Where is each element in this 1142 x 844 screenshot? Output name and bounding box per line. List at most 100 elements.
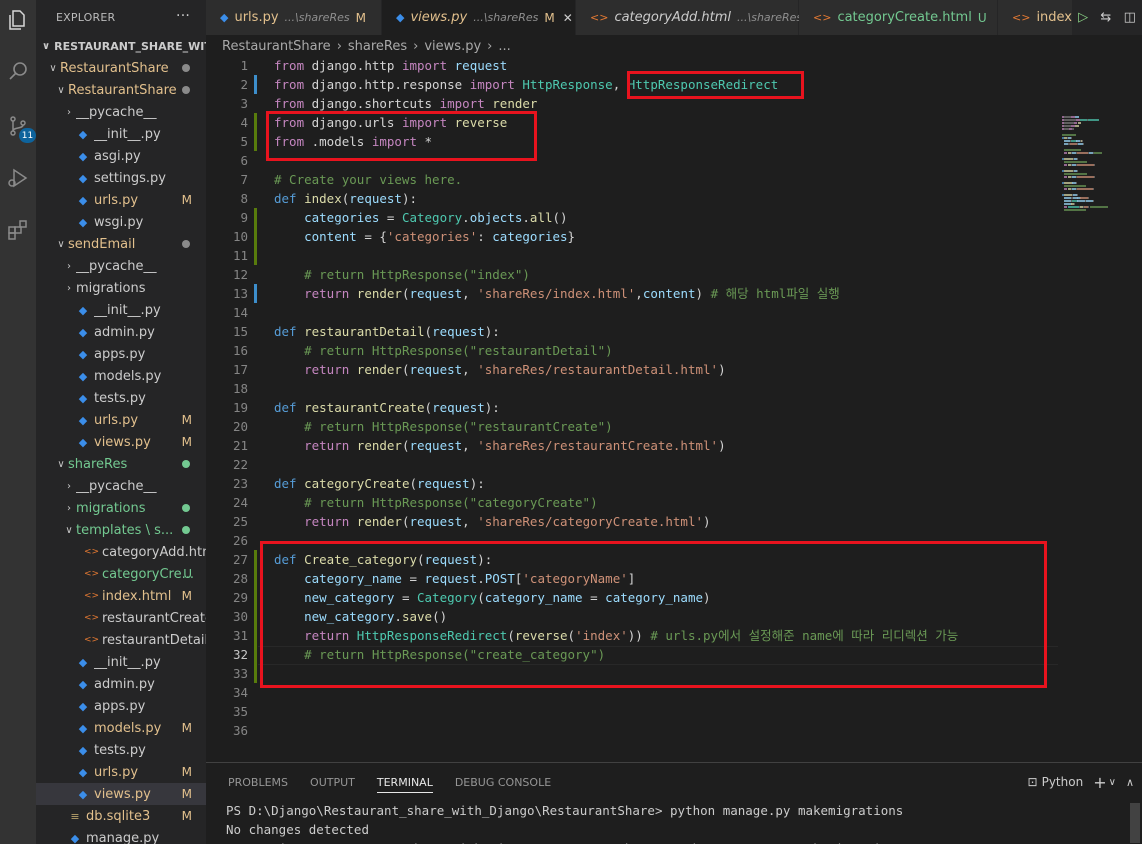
editor-tab[interactable]: <> categoryAdd.html ...\shareRes: [576, 0, 803, 35]
tree-item[interactable]: ◆ models.py: [36, 365, 206, 387]
workspace-root[interactable]: ∨ RESTAURANT_SHARE_WIT...: [36, 35, 206, 57]
tree-item[interactable]: ∨ RestaurantShare: [36, 79, 206, 101]
tree-item[interactable]: ◆ admin.py: [36, 321, 206, 343]
python-file-icon: ◆: [220, 11, 229, 24]
panel-tab-debug-console[interactable]: DEBUG CONSOLE: [455, 763, 551, 801]
breadcrumb-item[interactable]: views.py: [424, 39, 481, 54]
tree-item[interactable]: ◆ models.py M: [36, 717, 206, 739]
run-debug-icon[interactable]: [0, 160, 36, 196]
code-token: render: [356, 286, 402, 301]
minimap-stroke: [1071, 116, 1075, 118]
tree-item[interactable]: <> index.html M: [36, 585, 206, 607]
code-token: request: [417, 476, 470, 491]
breadcrumb-separator-icon: ›: [336, 38, 342, 54]
tree-item[interactable]: ◆ views.py M: [36, 783, 206, 805]
panel-tab-terminal[interactable]: TERMINAL: [376, 763, 433, 801]
breadcrumb-item[interactable]: RestaurantShare: [222, 39, 331, 54]
terminal-shell-label[interactable]: Python: [1042, 775, 1084, 789]
tree-item[interactable]: ◆ urls.py M: [36, 761, 206, 783]
new-terminal-icon[interactable]: +: [1093, 773, 1106, 792]
tree-item[interactable]: <>restaurantCreate....: [36, 607, 206, 629]
more-actions-icon[interactable]: ···: [176, 8, 190, 24]
tree-item[interactable]: ◆ tests.py: [36, 739, 206, 761]
code-token: request: [349, 191, 402, 206]
tree-item[interactable]: ◆ asgi.py: [36, 145, 206, 167]
code-editor[interactable]: 1 from django.http import request 2 from dj…: [206, 57, 1142, 762]
tree-item[interactable]: ∨ shareRes: [36, 453, 206, 475]
terminal-output[interactable]: PS D:\Django\Restaurant_share_with_Djang…: [206, 801, 1142, 844]
panel-tab-problems[interactable]: PROBLEMS: [228, 763, 288, 801]
tree-item[interactable]: › migrations: [36, 277, 206, 299]
run-icon[interactable]: ▷: [1078, 10, 1088, 25]
python-file-icon: ◆: [78, 787, 88, 801]
tree-item-label: restaurantDetail.h...: [102, 632, 206, 648]
tree-item[interactable]: ≡ db.sqlite3 M: [36, 805, 206, 827]
editor-tab[interactable]: <> categoryCreate.html U: [799, 0, 998, 35]
python-file-icon: ◆: [78, 347, 88, 361]
maximize-panel-icon[interactable]: ∧: [1126, 776, 1134, 789]
editor-tab[interactable]: ◆ urls.py ...\shareRes M: [206, 0, 382, 35]
minimap-stroke: [1074, 122, 1078, 124]
code-line: 25 return render(request, 'shareRes/cate…: [206, 512, 1056, 531]
tree-item[interactable]: ◆ urls.py M: [36, 409, 206, 431]
minimap[interactable]: [1054, 114, 1132, 234]
tree-item[interactable]: <>categoryAdd.html: [36, 541, 206, 563]
code-token: # return HttpResponse("categoryCreate"): [304, 495, 598, 510]
close-icon[interactable]: ✕: [563, 11, 573, 25]
minimap-stroke: [1093, 200, 1095, 202]
breadcrumb-item[interactable]: shareRes: [348, 39, 407, 54]
panel-tab-output[interactable]: OUTPUT: [310, 763, 355, 801]
code-text: return render(request, 'shareRes/restaur…: [274, 360, 725, 379]
breadcrumb: RestaurantShare › shareRes › views.py ›...: [206, 35, 1142, 57]
tree-item[interactable]: ◆ views.py M: [36, 431, 206, 453]
git-status-dot: [182, 526, 190, 534]
split-editor-icon[interactable]: ◫: [1124, 10, 1136, 25]
tree-item[interactable]: ◆ __init__.py: [36, 123, 206, 145]
tree-item[interactable]: ◆ apps.py: [36, 343, 206, 365]
code-token: render: [356, 362, 402, 377]
line-number: 19: [232, 400, 248, 415]
tree-item[interactable]: › __pycache__: [36, 255, 206, 277]
tree-item[interactable]: ∨ sendEmail: [36, 233, 206, 255]
tree-item[interactable]: ◆ __init__.py: [36, 299, 206, 321]
tree-item[interactable]: ∨ RestaurantShare: [36, 57, 206, 79]
extensions-icon[interactable]: [0, 212, 36, 248]
git-status-badge: M: [181, 765, 192, 779]
tree-item[interactable]: ◆ admin.py: [36, 673, 206, 695]
terminal-dropdown-icon[interactable]: ∨: [1109, 777, 1116, 788]
code-text: # return HttpResponse("restaurantCreate"…: [274, 417, 613, 436]
tree-item[interactable]: ◆ urls.py M: [36, 189, 206, 211]
tree-item[interactable]: ◆ wsgi.py: [36, 211, 206, 233]
html-file-icon: <>: [813, 11, 832, 24]
tree-item[interactable]: ◆ settings.py: [36, 167, 206, 189]
code-token: (): [552, 210, 568, 225]
tree-item-label: wsgi.py: [94, 214, 144, 230]
tree-item[interactable]: ◆ tests.py: [36, 387, 206, 409]
editor-tab[interactable]: ◆ views.py ...\shareRes M ✕: [382, 0, 576, 35]
tree-item[interactable]: <>restaurantDetail.h...: [36, 629, 206, 651]
files-icon[interactable]: [0, 2, 36, 38]
line-number: 34: [232, 685, 248, 700]
tree-item[interactable]: › __pycache__: [36, 475, 206, 497]
tab-label: categoryCreate.html: [837, 10, 972, 25]
terminal-scrollbar[interactable]: [1130, 803, 1140, 843]
tree-item[interactable]: › __pycache__: [36, 101, 206, 123]
tree-item[interactable]: › migrations: [36, 497, 206, 519]
tree-item[interactable]: <> categoryCre... U: [36, 563, 206, 585]
git-status-badge: M: [181, 413, 192, 427]
tree-item[interactable]: ◆ apps.py: [36, 695, 206, 717]
code-token: render: [356, 438, 402, 453]
code-token: =: [379, 210, 402, 225]
tab-description: ...\shareRes: [737, 11, 803, 24]
tree-item[interactable]: ◆ __init__.py: [36, 651, 206, 673]
breadcrumb-item[interactable]: ...: [498, 39, 510, 54]
code-token: request: [409, 362, 463, 377]
search-icon[interactable]: [0, 54, 36, 90]
compare-icon[interactable]: ⇆: [1100, 10, 1111, 25]
tree-item[interactable]: ∨ templates \ s...: [36, 519, 206, 541]
html-file-icon: <>: [590, 11, 609, 24]
chevron-down-icon: ∨: [57, 84, 65, 96]
tree-item[interactable]: ◆ manage.py: [36, 827, 206, 844]
git-gutter-marker: [254, 132, 257, 151]
